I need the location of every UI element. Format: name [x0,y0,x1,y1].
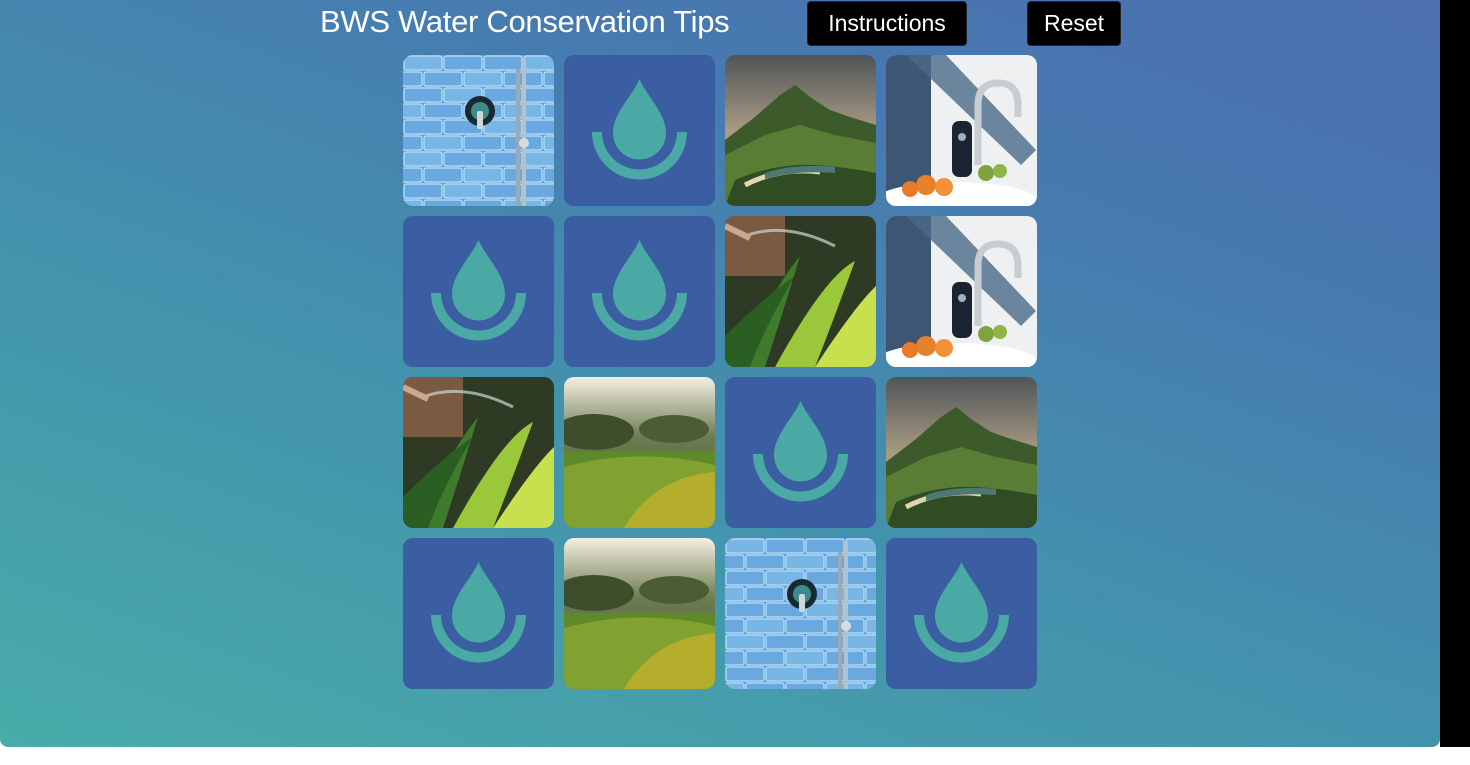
grass-sunset-image [564,377,715,528]
water-drop-icon [564,216,715,367]
game-background: BWS Water Conservation Tips Instructions… [0,0,1440,747]
card-back[interactable] [564,55,715,206]
card-face-shower-tile[interactable] [725,538,876,689]
garden-hose-image [403,377,554,528]
card-back[interactable] [886,538,1037,689]
shower-tile-image [725,538,876,689]
card-face-grass-sunset[interactable] [564,377,715,528]
card-back[interactable] [564,216,715,367]
card-back[interactable] [725,377,876,528]
card-face-shower-tile[interactable] [403,55,554,206]
garden-hose-image [725,216,876,367]
memory-board [403,55,1037,689]
window-edge [1440,0,1470,747]
card-face-garden-hose[interactable] [403,377,554,528]
instructions-button[interactable]: Instructions [807,1,967,46]
card-face-mountain-bay[interactable] [725,55,876,206]
water-drop-icon [403,216,554,367]
card-face-grass-sunset[interactable] [564,538,715,689]
card-back[interactable] [403,216,554,367]
faucet-bottle-image [886,55,1037,206]
faucet-bottle-image [886,216,1037,367]
card-face-faucet-bottle[interactable] [886,55,1037,206]
water-drop-icon [886,538,1037,689]
page-title: BWS Water Conservation Tips [320,4,730,39]
mountain-bay-image [886,377,1037,528]
card-face-mountain-bay[interactable] [886,377,1037,528]
card-back[interactable] [403,538,554,689]
water-drop-icon [564,55,715,206]
water-drop-icon [403,538,554,689]
water-drop-icon [725,377,876,528]
grass-sunset-image [564,538,715,689]
mountain-bay-image [725,55,876,206]
card-face-garden-hose[interactable] [725,216,876,367]
reset-button[interactable]: Reset [1027,1,1121,46]
shower-tile-image [403,55,554,206]
card-face-faucet-bottle[interactable] [886,216,1037,367]
